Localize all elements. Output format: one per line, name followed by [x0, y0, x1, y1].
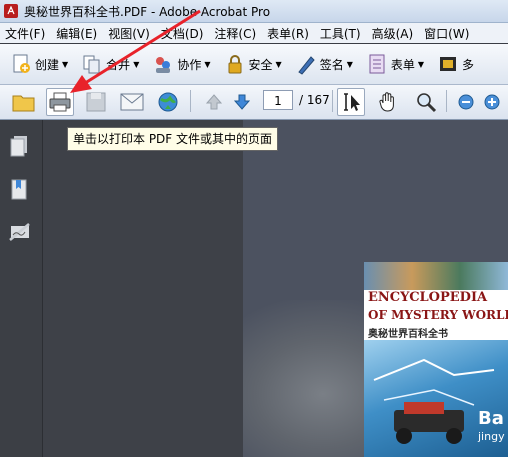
- menu-window[interactable]: 窗口(W): [419, 25, 475, 42]
- zoom-in-button[interactable]: [478, 88, 506, 116]
- page-number-input[interactable]: 1: [263, 90, 293, 110]
- signature-pen-icon: [8, 220, 32, 244]
- select-tool-button[interactable]: [337, 88, 365, 116]
- zoom-out-button[interactable]: [452, 88, 480, 116]
- zoom-tool-button[interactable]: [412, 88, 440, 116]
- lock-icon: [225, 53, 245, 75]
- open-button[interactable]: [10, 88, 38, 116]
- chevron-down-icon: ▼: [346, 59, 353, 69]
- print-tooltip: 单击以打印本 PDF 文件或其中的页面: [67, 127, 279, 151]
- annotation-arrow: [70, 9, 201, 93]
- cover-chinese-title: 奥秘世界百科全书: [368, 329, 448, 340]
- hand-icon: [377, 91, 399, 113]
- arrow-down-icon: [232, 92, 252, 112]
- pages-icon: [8, 134, 32, 158]
- film-icon: [438, 53, 458, 75]
- cover-title-line1: ENCYCLOPEDIA: [368, 290, 488, 305]
- toolbar-separator: [446, 90, 447, 112]
- navigation-panel: [0, 120, 43, 457]
- create-label: 创建: [35, 57, 60, 72]
- menu-advanced[interactable]: 高级(A): [367, 25, 420, 42]
- watermark-text: Ba: [478, 408, 504, 429]
- menu-tools[interactable]: 工具(T): [315, 25, 367, 42]
- menu-file[interactable]: 文件(F): [0, 25, 51, 42]
- cover-title-line2: OF MYSTERY WORLD: [368, 308, 508, 322]
- zoom-in-icon: [483, 93, 501, 111]
- next-page-button[interactable]: [228, 88, 256, 116]
- menu-comments[interactable]: 注释(C): [209, 25, 262, 42]
- secure-label: 安全: [248, 57, 273, 72]
- text-cursor-icon: [340, 91, 362, 113]
- forms-label: 表单: [390, 57, 415, 72]
- hand-tool-button[interactable]: [374, 88, 402, 116]
- forms-button[interactable]: 表单 ▼: [364, 49, 427, 79]
- multimedia-label: 多: [462, 57, 475, 72]
- toolbar-separator: [332, 90, 333, 112]
- menu-forms[interactable]: 表单(R): [262, 25, 315, 42]
- document-margin: [43, 120, 243, 457]
- page-total: / 167: [299, 93, 330, 107]
- signatures-panel-button[interactable]: [8, 220, 32, 244]
- bookmark-icon: [8, 178, 32, 202]
- folder-icon: [12, 92, 36, 112]
- multimedia-button[interactable]: 多: [435, 49, 477, 79]
- acrobat-app-icon: [4, 4, 18, 18]
- pen-icon: [296, 53, 316, 75]
- chevron-down-icon: ▼: [275, 59, 282, 69]
- form-icon: [367, 53, 387, 75]
- cover-photo-strip: [364, 262, 508, 290]
- watermark-subtext: jingy: [478, 430, 505, 443]
- sign-button[interactable]: 签名 ▼: [293, 49, 356, 79]
- zoom-out-icon: [457, 93, 475, 111]
- secure-button[interactable]: 安全 ▼: [222, 49, 285, 79]
- chevron-down-icon: ▼: [417, 59, 425, 69]
- magnifier-icon: [415, 91, 437, 113]
- create-pdf-icon: [11, 53, 31, 75]
- sign-label: 签名: [319, 57, 344, 72]
- pages-panel-button[interactable]: [8, 134, 32, 158]
- bookmarks-panel-button[interactable]: [8, 178, 32, 202]
